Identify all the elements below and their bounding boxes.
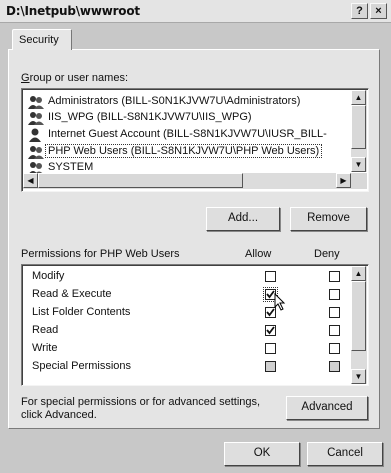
advanced-button[interactable]: Advanced (286, 396, 368, 420)
check-icon (266, 326, 275, 335)
permission-name: Read (32, 324, 59, 336)
arrow-right-icon: ▶ (340, 176, 347, 185)
group-list-vscrollbar[interactable]: ▲ ▼ (351, 90, 367, 172)
allow-checkbox-modify[interactable] (265, 271, 276, 282)
close-button[interactable]: × (370, 3, 387, 19)
scroll-left-button[interactable]: ◀ (23, 173, 38, 188)
cancel-button-label: Cancel (327, 447, 363, 459)
user-icon (28, 128, 44, 142)
users-group-icon (28, 95, 44, 109)
deny-header: Deny (314, 248, 340, 260)
users-group-icon (28, 111, 44, 125)
advanced-note: For special permissions or for advanced … (21, 396, 261, 421)
arrow-down-icon: ▼ (354, 372, 363, 381)
scroll-down-button[interactable]: ▼ (351, 157, 366, 172)
security-panel: Group or user names: Administrators (BIL… (8, 49, 380, 429)
ok-button-label: OK (253, 447, 271, 459)
scroll-up-button[interactable]: ▲ (351, 90, 366, 105)
group-list[interactable]: Administrators (BILL-S0N1KJVW7U\Administ… (21, 88, 369, 192)
arrow-up-icon: ▲ (354, 93, 363, 102)
arrow-left-icon: ◀ (27, 176, 34, 185)
scrollbar-corner (351, 173, 367, 189)
remove-button-label: Remove (307, 212, 350, 224)
help-button[interactable]: ? (351, 3, 368, 19)
permission-name: Write (32, 342, 58, 354)
remove-button[interactable]: Remove (290, 207, 367, 231)
permission-name: Special Permissions (32, 360, 132, 372)
scroll-thumb[interactable] (351, 281, 366, 351)
list-item-label: PHP Web Users (BILL-S8N1KJVW7U\PHP Web U… (44, 144, 323, 158)
deny-checkbox-special (329, 361, 340, 372)
ok-button[interactable]: OK (224, 442, 300, 466)
scroll-up-button[interactable]: ▲ (351, 266, 366, 281)
list-item-label: SYSTEM (48, 161, 94, 173)
deny-checkbox-modify[interactable] (329, 271, 340, 282)
title-bar: D:\Inetpub\wwwroot ? × (0, 0, 391, 23)
permissions-list: Modify Read & Execute List Folder Conten… (21, 264, 369, 386)
deny-checkbox-list-folder[interactable] (329, 307, 340, 318)
allow-checkbox-read[interactable] (265, 325, 276, 336)
list-item-label: Internet Guest Account (BILL-S8N1KJVW7U\… (48, 128, 327, 140)
tab-label: Security (19, 34, 59, 46)
advanced-button-label: Advanced (301, 401, 353, 413)
users-group-icon (28, 145, 44, 159)
group-names-label: Group or user names: (21, 72, 128, 84)
group-names-label-text: roup or user names: (29, 72, 128, 84)
add-button[interactable]: Add... (206, 207, 280, 231)
list-item-label: IIS_WPG (BILL-S8N1KJVW7U\IIS_WPG) (48, 111, 252, 123)
list-item-label: Administrators (BILL-S0N1KJVW7U\Administ… (48, 95, 301, 107)
scroll-thumb[interactable] (351, 105, 366, 149)
close-icon: × (375, 5, 382, 17)
deny-checkbox-read-execute[interactable] (329, 289, 340, 300)
allow-header: Allow (245, 248, 272, 260)
scroll-right-button[interactable]: ▶ (336, 173, 351, 188)
tab-security[interactable]: Security (12, 29, 72, 50)
permissions-label: Permissions for PHP Web Users (21, 248, 180, 260)
help-icon: ? (356, 5, 363, 17)
group-list-hscrollbar[interactable]: ◀ ▶ (23, 173, 351, 189)
allow-checkbox-write[interactable] (265, 343, 276, 354)
users-group-icon (28, 161, 44, 173)
mouse-cursor-icon (274, 293, 286, 311)
scroll-down-button[interactable]: ▼ (351, 369, 366, 384)
permission-name: List Folder Contents (32, 306, 131, 318)
permission-name: Modify (32, 270, 65, 282)
deny-checkbox-read[interactable] (329, 325, 340, 336)
permission-name: Read & Execute (32, 288, 112, 300)
arrow-down-icon: ▼ (354, 160, 363, 169)
add-button-label: Add... (227, 212, 259, 224)
cancel-button[interactable]: Cancel (307, 442, 383, 466)
deny-checkbox-write[interactable] (329, 343, 340, 354)
allow-checkbox-special (265, 361, 276, 372)
arrow-up-icon: ▲ (354, 269, 363, 278)
hscroll-thumb[interactable] (38, 173, 243, 188)
permissions-vscrollbar[interactable]: ▲ ▼ (351, 266, 367, 384)
window-title: D:\Inetpub\wwwroot (6, 4, 140, 18)
